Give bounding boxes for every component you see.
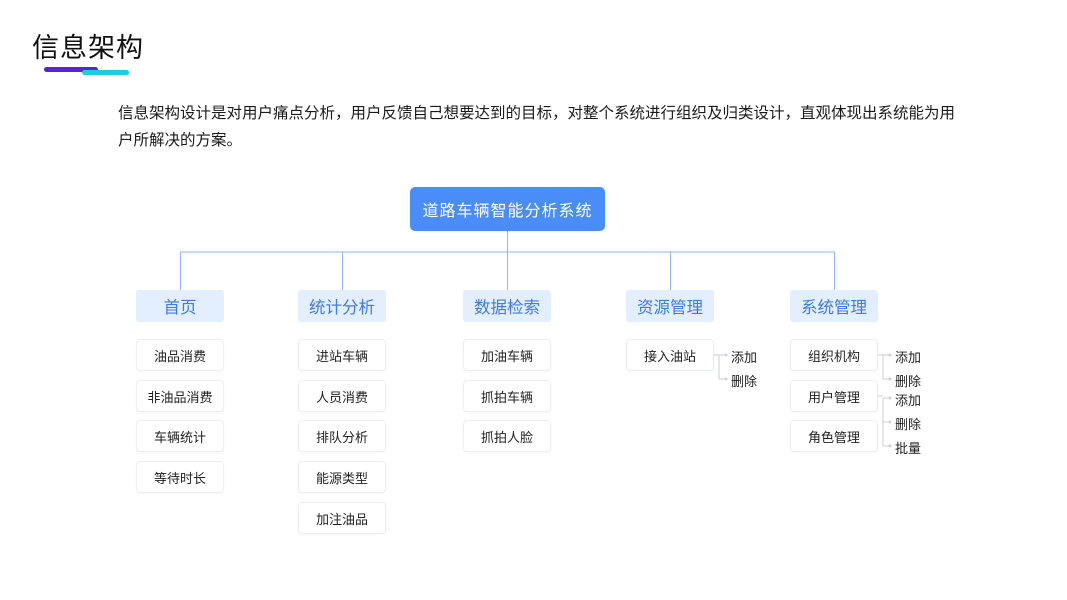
category-tongji: 统计分析: [298, 290, 386, 322]
sub-item: 添加: [731, 351, 758, 366]
category-xitong: 系统管理: [790, 290, 878, 322]
leaf-node: 车辆统计: [136, 420, 224, 452]
root-node: 道路车辆智能分析系统: [410, 187, 605, 231]
category-ziyuan: 资源管理: [626, 290, 714, 322]
sub-item: 添加: [895, 394, 922, 409]
sub-item: 删除: [895, 418, 922, 433]
leaf-node: 排队分析: [298, 420, 386, 452]
leaf-node: 接入油站: [626, 339, 714, 371]
leaf-node: 人员消费: [298, 380, 386, 412]
leaf-node: 等待时长: [136, 461, 224, 493]
sub-item: 批量: [895, 442, 922, 457]
sub-item: 添加: [895, 351, 922, 366]
leaf-node: 用户管理: [790, 380, 878, 412]
leaf-node: 加注油品: [298, 502, 386, 534]
leaf-node: 能源类型: [298, 461, 386, 493]
category-shouye: 首页: [136, 290, 224, 322]
sub-item: 删除: [895, 375, 922, 390]
leaf-node: 加油车辆: [463, 339, 551, 371]
leaf-node: 抓拍人脸: [463, 420, 551, 452]
leaf-node: 油品消费: [136, 339, 224, 371]
leaf-node: 抓拍车辆: [463, 380, 551, 412]
sub-item: 删除: [731, 375, 758, 390]
leaf-node: 进站车辆: [298, 339, 386, 371]
leaf-node: 角色管理: [790, 420, 878, 452]
leaf-node: 非油品消费: [136, 380, 224, 412]
category-shuju: 数据检索: [463, 290, 551, 322]
leaf-node: 组织机构: [790, 339, 878, 371]
